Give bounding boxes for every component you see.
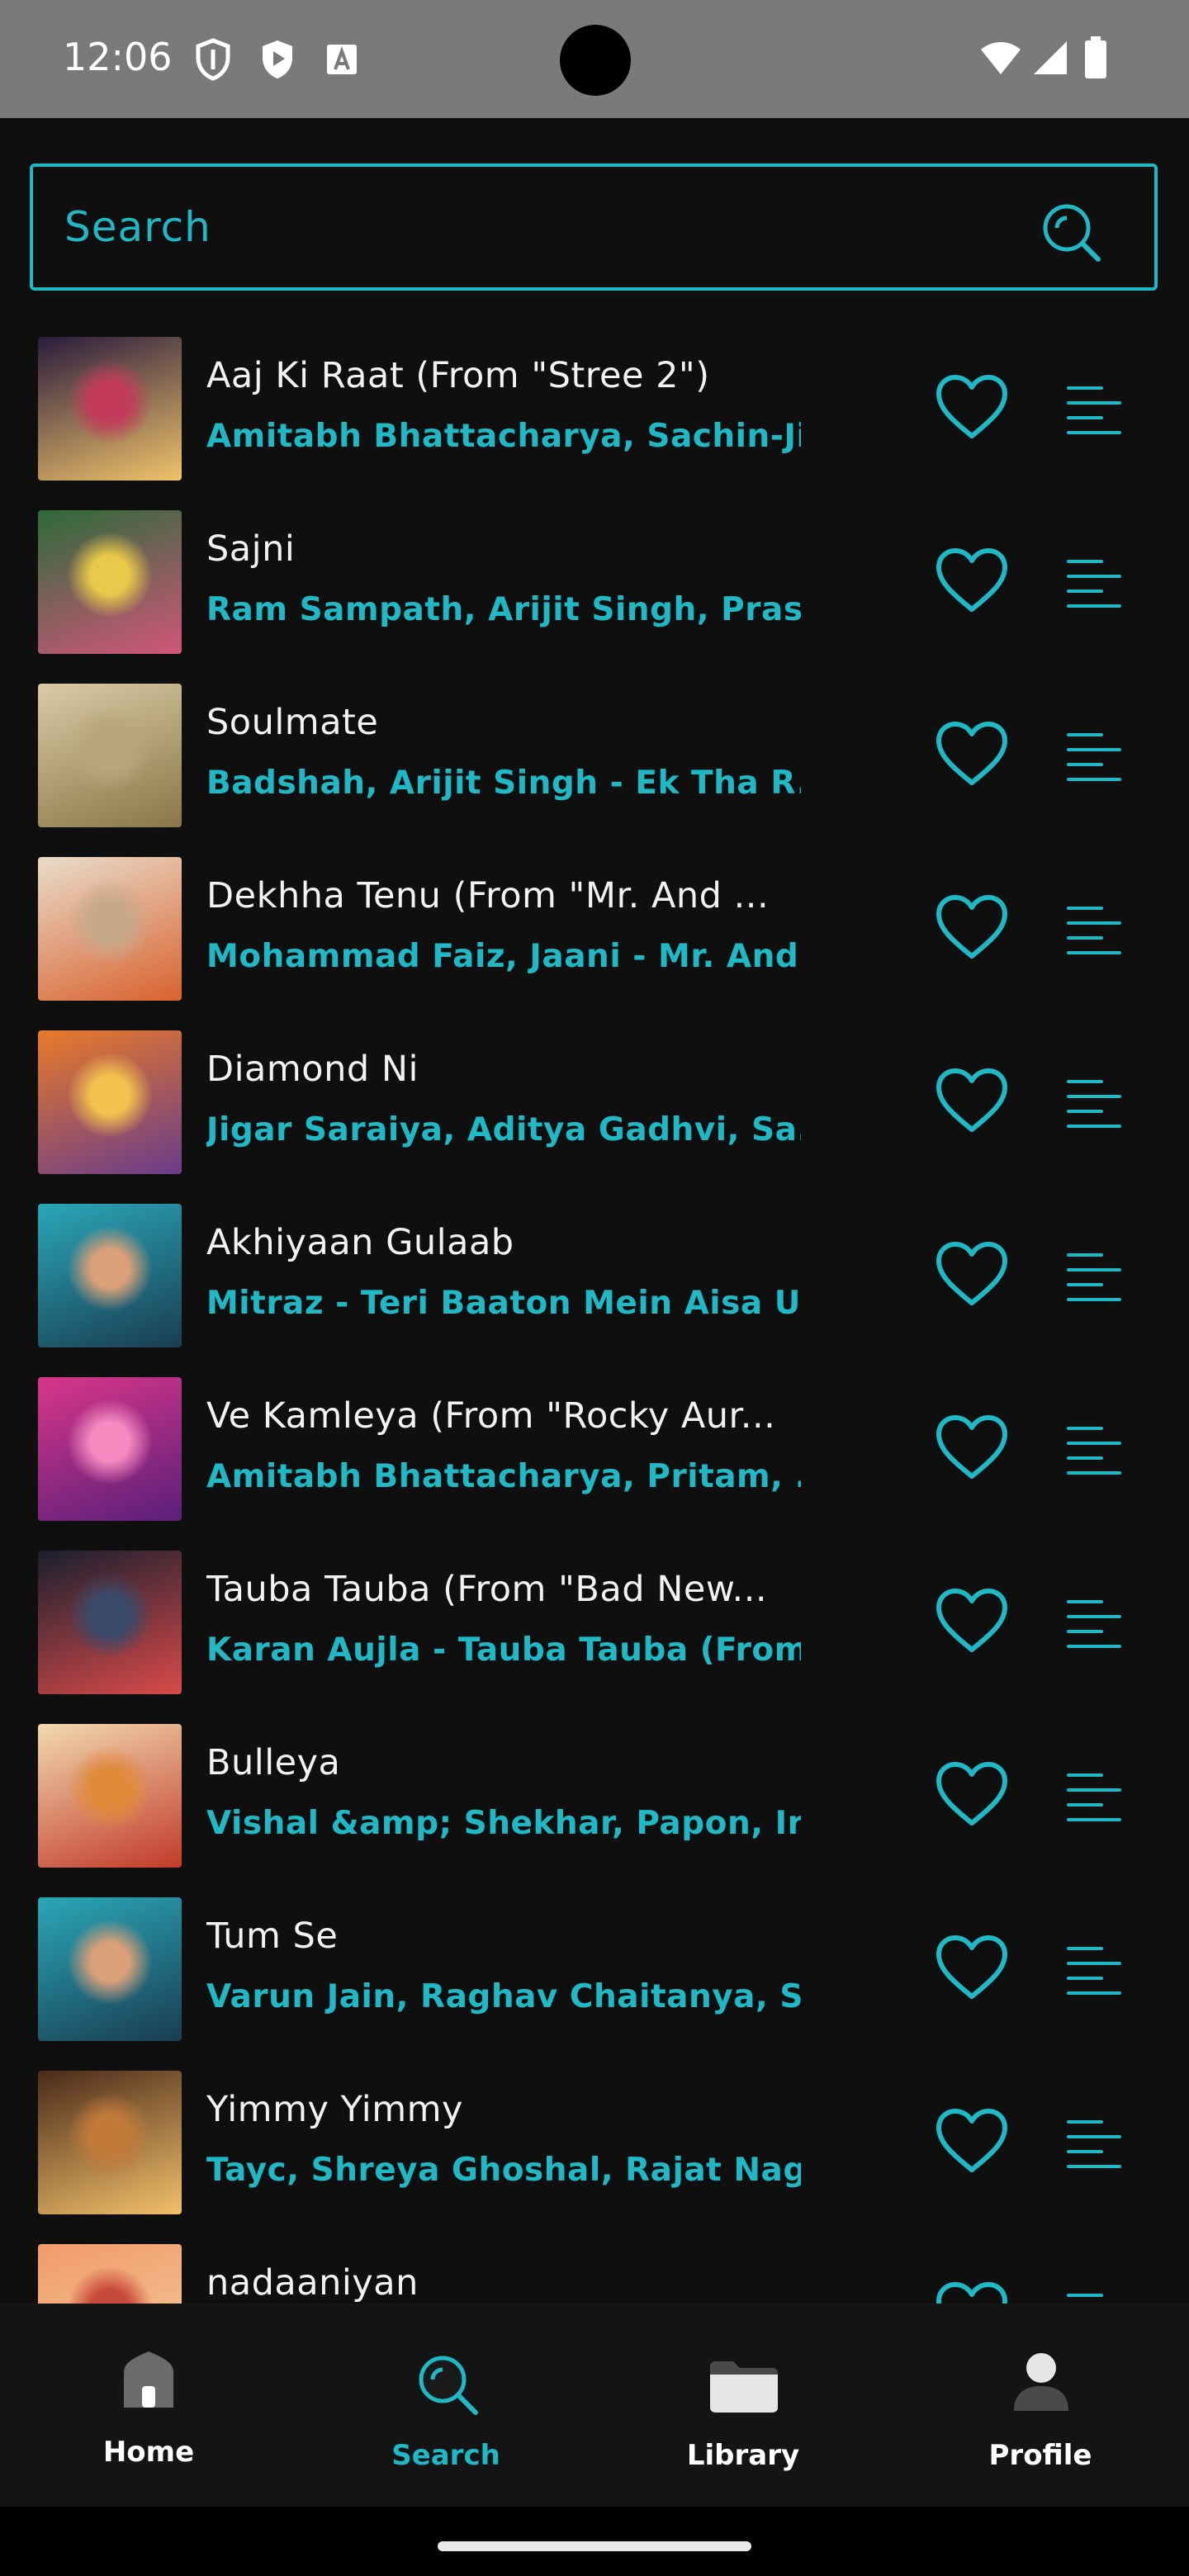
- queue-icon[interactable]: [1065, 1767, 1123, 1825]
- status-bar: 12:06: [0, 0, 1189, 118]
- queue-icon[interactable]: [1065, 1593, 1123, 1651]
- album-art: [38, 510, 182, 654]
- song-artists: Jigar Saraiya, Aditya Gadhvi, Sa...: [206, 1111, 801, 1148]
- person-icon: [1012, 2351, 1070, 2416]
- nav-library[interactable]: Library: [594, 2304, 892, 2507]
- song-row[interactable]: Sajni Ram Sampath, Arijit Singh, Pras...: [0, 504, 1189, 677]
- queue-icon[interactable]: [1065, 1073, 1123, 1131]
- song-row[interactable]: Ve Kamleya (From "Rocky Aur... Amitabh Bh…: [0, 1371, 1189, 1544]
- song-title: Soulmate: [206, 702, 379, 743]
- album-art: [38, 337, 182, 481]
- song-title: Bulleya: [206, 1742, 341, 1783]
- album-art: [38, 1724, 182, 1868]
- nav-search-label: Search: [391, 2439, 500, 2472]
- song-row[interactable]: Tum Se Varun Jain, Raghav Chaitanya, S...: [0, 1891, 1189, 2064]
- song-row[interactable]: Aaj Ki Raat (From "Stree 2") Amitabh Bhat…: [0, 330, 1189, 504]
- album-art: [38, 1204, 182, 1347]
- album-art: [38, 2244, 182, 2304]
- heart-icon[interactable]: [935, 2280, 1009, 2304]
- nav-profile[interactable]: Profile: [892, 2304, 1189, 2507]
- song-artists: Ram Sampath, Arijit Singh, Pras...: [206, 591, 801, 628]
- search-input[interactable]: Search: [30, 163, 1158, 291]
- song-title: Yimmy Yimmy: [206, 2089, 463, 2130]
- nav-home-label: Home: [102, 2436, 195, 2469]
- song-title: Akhiyaan Gulaab: [206, 1222, 514, 1263]
- search-placeholder: Search: [64, 203, 211, 251]
- queue-icon[interactable]: [1065, 900, 1123, 958]
- nav-search[interactable]: Search: [297, 2304, 594, 2507]
- album-art: [38, 1897, 182, 2041]
- album-art: [38, 857, 182, 1001]
- nav-library-label: Library: [686, 2439, 800, 2472]
- song-row[interactable]: Akhiyaan Gulaab Mitraz - Teri Baaton Mein…: [0, 1197, 1189, 1371]
- song-artists: Varun Jain, Raghav Chaitanya, S...: [206, 1978, 801, 2015]
- queue-icon[interactable]: [1065, 1247, 1123, 1305]
- gesture-handle[interactable]: [438, 2541, 751, 2551]
- heart-icon[interactable]: [935, 720, 1009, 788]
- bottom-navigation: Home Search Library Profile: [0, 2304, 1189, 2507]
- song-title: Tauba Tauba (From "Bad New...: [206, 1569, 768, 1610]
- keyboard-a-icon: [325, 43, 358, 79]
- song-title: nadaaniyan: [206, 2262, 419, 2304]
- song-title: Diamond Ni: [206, 1049, 419, 1090]
- song-row[interactable]: Soulmate Badshah, Arijit Singh - Ek Tha R…: [0, 677, 1189, 850]
- play-protect-icon: [259, 38, 296, 84]
- song-artists: Tayc, Shreya Ghoshal, Rajat Nag...: [206, 2152, 801, 2189]
- song-artists: Badshah, Arijit Singh - Ek Tha R...: [206, 765, 801, 802]
- song-row[interactable]: Dekhha Tenu (From "Mr. And ... Mohammad F…: [0, 850, 1189, 1024]
- song-title: Ve Kamleya (From "Rocky Aur...: [206, 1395, 776, 1437]
- queue-icon[interactable]: [1065, 553, 1123, 611]
- queue-icon[interactable]: [1065, 727, 1123, 784]
- search-icon[interactable]: [1040, 201, 1103, 268]
- heart-icon[interactable]: [935, 1760, 1009, 1828]
- heart-icon[interactable]: [935, 1934, 1009, 2001]
- song-row[interactable]: Yimmy Yimmy Tayc, Shreya Ghoshal, Rajat N…: [0, 2064, 1189, 2237]
- heart-icon[interactable]: [935, 547, 1009, 614]
- song-list[interactable]: Aaj Ki Raat (From "Stree 2") Amitabh Bhat…: [0, 330, 1189, 2304]
- nav-home[interactable]: Home: [0, 2304, 297, 2507]
- queue-icon[interactable]: [1065, 1420, 1123, 1478]
- album-art: [38, 1551, 182, 1694]
- shield-outline-icon: [195, 38, 231, 84]
- battery-icon: [1083, 36, 1108, 83]
- queue-icon[interactable]: [1065, 2287, 1123, 2304]
- heart-icon[interactable]: [935, 1413, 1009, 1481]
- album-art: [38, 2071, 182, 2214]
- song-row[interactable]: Tauba Tauba (From "Bad New... Karan Aujla…: [0, 1544, 1189, 1717]
- queue-icon[interactable]: [1065, 1940, 1123, 1998]
- status-time: 12:06: [63, 35, 173, 79]
- album-art: [38, 1030, 182, 1174]
- wifi-icon: [979, 40, 1022, 79]
- song-artists: Mohammad Faiz, Jaani - Mr. And...: [206, 938, 801, 975]
- heart-icon[interactable]: [935, 893, 1009, 961]
- song-artists: Mitraz - Teri Baaton Mein Aisa Ul...: [206, 1285, 801, 1322]
- heart-icon[interactable]: [935, 1240, 1009, 1308]
- heart-icon[interactable]: [935, 2107, 1009, 2175]
- song-artists: Karan Aujla - Tauba Tauba (From...: [206, 1631, 801, 1669]
- home-icon: [117, 2348, 180, 2414]
- queue-icon[interactable]: [1065, 380, 1123, 438]
- album-art: [38, 1377, 182, 1521]
- queue-icon[interactable]: [1065, 2114, 1123, 2171]
- heart-icon[interactable]: [935, 1067, 1009, 1134]
- song-artists: Amitabh Bhattacharya, Sachin-Ji...: [206, 418, 801, 455]
- signal-icon: [1032, 40, 1068, 79]
- nav-profile-label: Profile: [988, 2439, 1092, 2472]
- album-art: [38, 684, 182, 827]
- song-title: Tum Se: [206, 1915, 339, 1957]
- song-artists: Vishal &amp; Shekhar, Papon, Irs...: [206, 1805, 801, 1842]
- song-title: Aaj Ki Raat (From "Stree 2"): [206, 355, 710, 396]
- heart-icon[interactable]: [935, 1587, 1009, 1655]
- song-row[interactable]: nadaaniyan: [0, 2237, 1189, 2304]
- song-artists: Amitabh Bhattacharya, Pritam, ...: [206, 1458, 801, 1495]
- song-row[interactable]: Bulleya Vishal &amp; Shekhar, Papon, Irs.…: [0, 1717, 1189, 1891]
- camera-cutout: [560, 25, 631, 96]
- search-icon: [416, 2353, 482, 2422]
- song-title: Dekhha Tenu (From "Mr. And ...: [206, 875, 770, 916]
- song-row[interactable]: Diamond Ni Jigar Saraiya, Aditya Gadhvi, …: [0, 1024, 1189, 1197]
- gesture-area: [0, 2507, 1189, 2576]
- song-title: Sajni: [206, 528, 296, 570]
- folder-icon: [708, 2360, 779, 2417]
- heart-icon[interactable]: [935, 373, 1009, 441]
